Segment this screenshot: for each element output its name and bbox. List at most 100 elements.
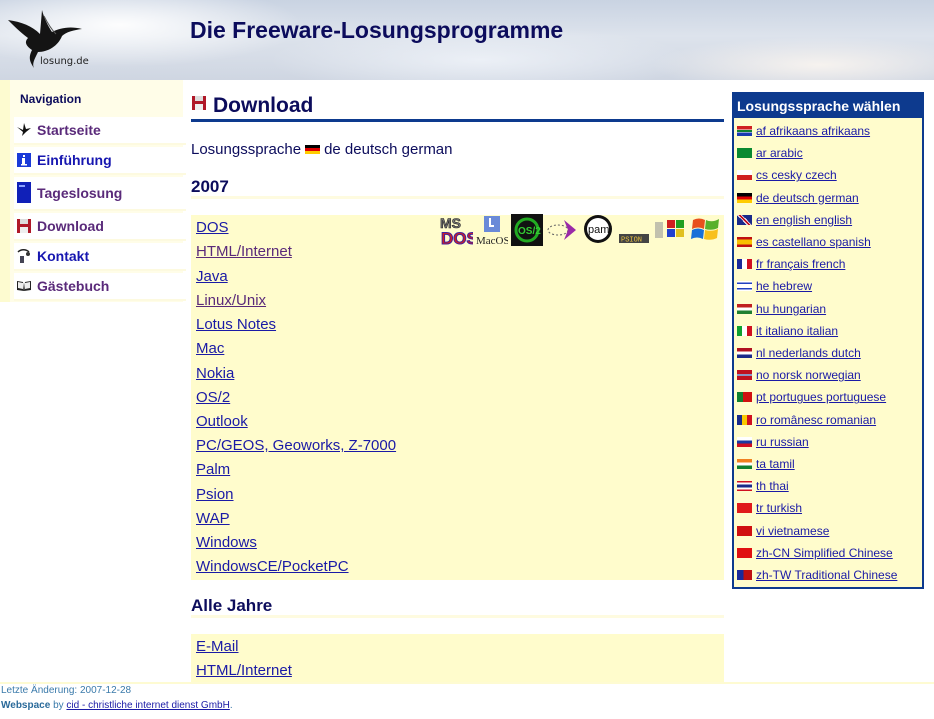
- language-link-il[interactable]: he hebrew: [737, 279, 812, 293]
- os2-logo-icon: OS/2: [511, 213, 543, 251]
- macos-logo-icon: MacOS: [476, 214, 510, 251]
- nav-item-label: Kontakt: [37, 248, 90, 264]
- language-link-label: tr turkish: [756, 501, 803, 516]
- webspace-label: Webspace: [1, 700, 51, 711]
- download-link-lotus-notes[interactable]: Lotus Notes: [196, 316, 276, 333]
- download-link-os2[interactable]: OS/2: [196, 389, 230, 406]
- language-link-in[interactable]: ta tamil: [737, 457, 795, 471]
- language-link-fr[interactable]: fr français french: [737, 257, 845, 271]
- flag-pt-icon: [737, 392, 752, 403]
- language-link-sa[interactable]: ar arabic: [737, 146, 803, 160]
- download-link-html-internet[interactable]: HTML/Internet: [196, 243, 292, 260]
- language-link-tr[interactable]: tr turkish: [737, 501, 802, 515]
- language-link-ro[interactable]: ro românesc romanian: [737, 413, 876, 427]
- download-link-pcgeos[interactable]: PC/GEOS, Geoworks, Z-7000: [196, 437, 396, 454]
- flag-fr-icon: [737, 259, 752, 270]
- windows-logo-icon: [653, 214, 687, 251]
- language-link-pt[interactable]: pt portugues portuguese: [737, 390, 886, 404]
- language-link-label: en english english: [756, 212, 853, 227]
- download-link-windows[interactable]: Windows: [196, 534, 257, 551]
- site-title: Die Freeware-Losungsprogramme: [190, 17, 564, 43]
- floppy-disk-icon: [16, 218, 32, 234]
- contact-icon: [16, 248, 32, 264]
- language-link-label: ru russian: [756, 434, 809, 449]
- download-list-2007: DOS HTML/Internet Java Linux/Unix Lotus …: [191, 213, 724, 580]
- language-link-cn[interactable]: zh-CN Simplified Chinese: [737, 546, 893, 560]
- language-link-es[interactable]: es castellano spanish: [737, 235, 871, 249]
- language-link-label: fr français french: [756, 257, 846, 272]
- download-link-outlook[interactable]: Outlook: [196, 413, 248, 430]
- language-link-cz[interactable]: cs cesky czech: [737, 168, 837, 182]
- nav-item-startseite[interactable]: Startseite: [14, 117, 186, 145]
- language-link-za[interactable]: af afrikaans afrikaans: [737, 124, 870, 138]
- download-link-mac[interactable]: Mac: [196, 340, 224, 357]
- nav-item-einfuehrung[interactable]: Einführung: [14, 147, 186, 175]
- flag-tw-icon: [737, 570, 752, 580]
- flag-cn-icon: [737, 547, 752, 558]
- nav-item-gaestebuch[interactable]: Gästebuch: [14, 273, 186, 301]
- download-link-email[interactable]: E-Mail: [196, 638, 239, 655]
- nav-item-kontakt[interactable]: Kontakt: [14, 243, 186, 271]
- book-blue-icon: [16, 182, 32, 204]
- sidebar-navigation: Navigation Startseite Einführung Tageslo…: [0, 80, 186, 302]
- language-link-label: es castellano spanish: [756, 235, 871, 249]
- language-link-label: it italiano italian: [756, 323, 839, 338]
- windows-xp-logo-icon: [690, 214, 722, 251]
- language-link-it[interactable]: it italiano italian: [737, 324, 838, 338]
- download-link-nokia[interactable]: Nokia: [196, 365, 234, 382]
- download-link-linux-unix[interactable]: Linux/Unix: [196, 292, 266, 309]
- download-link-java[interactable]: Java: [196, 268, 228, 285]
- open-book-icon: [16, 278, 32, 294]
- flag-il-icon: [737, 281, 752, 292]
- svg-text:OS/2: OS/2: [518, 226, 541, 237]
- host-link[interactable]: cid - christliche internet dienst GmbH: [66, 700, 229, 711]
- svg-text:PSION: PSION: [621, 236, 642, 244]
- language-link-label: cs cesky czech: [756, 168, 837, 183]
- language-link-th[interactable]: th thai: [737, 479, 789, 493]
- ms-dos-logo-icon: MS DOS: [439, 214, 479, 251]
- palm-logo-icon: pam: [583, 214, 615, 251]
- nav-item-label: Gästebuch: [37, 278, 110, 294]
- language-link-label: vi vietnamese: [756, 523, 830, 538]
- download-link-palm[interactable]: Palm: [196, 461, 230, 478]
- language-link-tw[interactable]: zh-TW Traditional Chinese: [737, 568, 897, 582]
- nav-item-download[interactable]: Download: [14, 213, 186, 241]
- language-link-label: nl nederlands dutch: [756, 346, 861, 360]
- language-link-gb[interactable]: en english english: [737, 213, 852, 227]
- language-link-no[interactable]: no norsk norwegian: [737, 368, 861, 382]
- nav-item-tageslosung[interactable]: Tageslosung: [14, 177, 186, 211]
- language-link-label: th thai: [756, 479, 789, 494]
- by-label: by: [53, 700, 64, 711]
- flag-in-icon: [737, 459, 752, 469]
- language-link-label: no norsk norwegian: [756, 368, 861, 383]
- language-link-de[interactable]: de deutsch german: [737, 191, 859, 205]
- language-link-label: he hebrew: [756, 279, 813, 294]
- download-link-windowsce[interactable]: WindowsCE/PocketPC: [196, 558, 349, 575]
- language-link-ru[interactable]: ru russian: [737, 435, 809, 449]
- psion-logo-icon: PSION: [618, 214, 650, 251]
- download-link-psion[interactable]: Psion: [196, 486, 234, 503]
- language-link-label: pt portugues portuguese: [756, 390, 887, 405]
- language-link-hu[interactable]: hu hungarian: [737, 302, 826, 316]
- flag-nl-icon: [737, 348, 752, 358]
- flag-th-icon: [737, 481, 752, 492]
- language-link-label: ar arabic: [756, 146, 803, 161]
- language-link-vn[interactable]: vi vietnamese: [737, 524, 829, 538]
- download-link-html-internet-all[interactable]: HTML/Internet: [196, 662, 292, 679]
- hosting-credit: Webspace by cid - christliche internet d…: [1, 700, 233, 711]
- nav-item-label: Startseite: [37, 122, 101, 138]
- flag-de-icon: [737, 192, 752, 203]
- language-panel-title: Losungssprache wählen: [734, 94, 922, 118]
- download-link-dos[interactable]: DOS: [196, 219, 229, 236]
- site-logo[interactable]: losung.de: [4, 2, 94, 74]
- language-link-label: zh-TW Traditional Chinese: [756, 568, 898, 582]
- footer-period: .: [229, 700, 233, 711]
- language-link-label: ta tamil: [756, 457, 795, 471]
- download-link-wap[interactable]: WAP: [196, 510, 230, 527]
- download-list-alle-jahre: E-Mail HTML/Internet: [191, 634, 724, 682]
- language-link-nl[interactable]: nl nederlands dutch: [737, 346, 861, 360]
- svg-text:MacOS: MacOS: [476, 235, 508, 246]
- flag-gb-icon: [737, 214, 752, 225]
- page-title: Download: [213, 94, 314, 117]
- flag-ru-icon: [737, 436, 752, 447]
